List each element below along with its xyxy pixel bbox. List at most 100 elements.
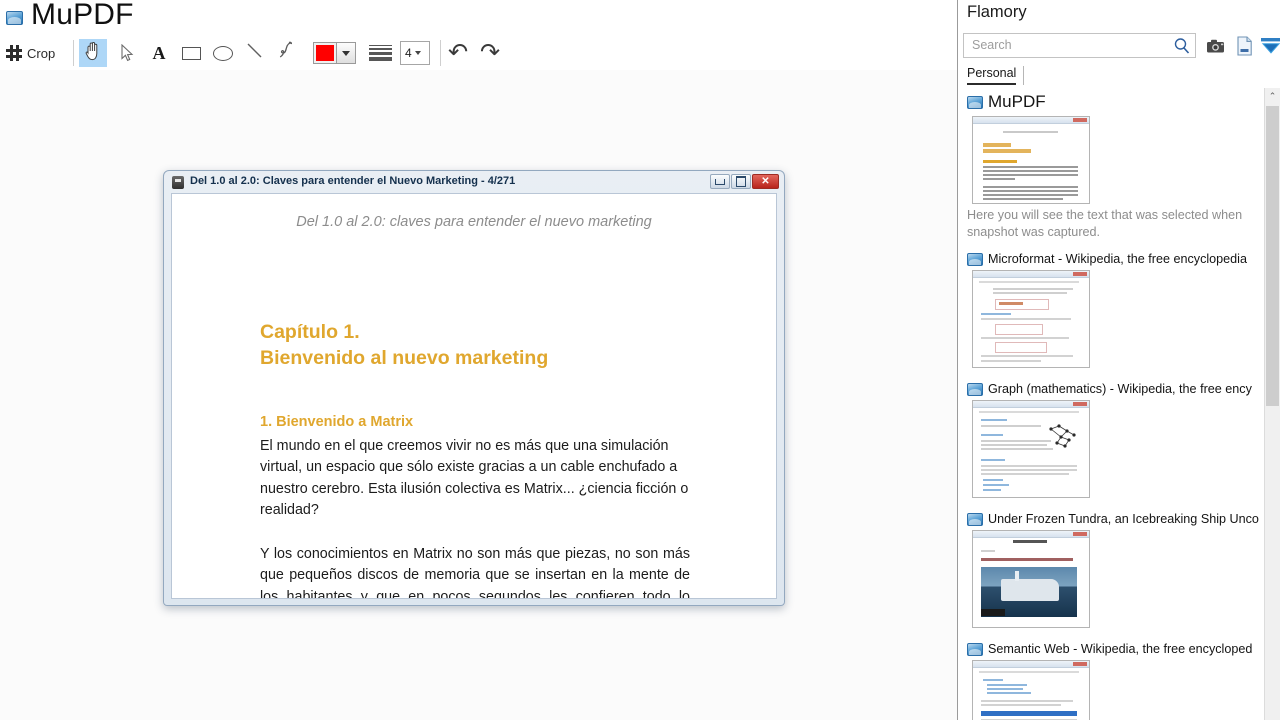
text-tool-button[interactable]: A: [145, 39, 173, 67]
mupdf-toolbar: Crop A: [0, 36, 957, 70]
snapshot-title: MuPDF: [988, 92, 1046, 112]
flamory-tab-bar: Personal: [958, 64, 1280, 88]
thumb-selection-highlight: [981, 711, 1077, 716]
application-window: MuPDF Crop: [0, 0, 1280, 720]
minimize-button[interactable]: [710, 174, 730, 189]
snapshot-header[interactable]: MuPDF: [958, 92, 1264, 112]
pdf-paragraph-1: El mundo en el que creemos vivir no es m…: [260, 436, 690, 522]
snapshot-thumbnail[interactable]: [972, 116, 1090, 204]
flamory-panel: Flamory: [957, 0, 1280, 720]
snapshot-header[interactable]: Under Frozen Tundra, an Icebreaking Ship…: [958, 512, 1264, 526]
pdf-window-icon: [172, 176, 184, 189]
snapshot-header[interactable]: Graph (mathematics) - Wikipedia, the fre…: [958, 382, 1264, 396]
snapshot-list[interactable]: MuPDF: [958, 88, 1280, 720]
import-icon[interactable]: [1260, 35, 1280, 57]
snapshot-header[interactable]: Semantic Web - Wikipedia, the free encyc…: [958, 642, 1264, 656]
browser-app-icon: [967, 383, 983, 396]
ellipse-icon: [213, 46, 233, 61]
pdf-section-heading: 1. Bienvenido a Matrix: [260, 414, 413, 430]
redo-button[interactable]: ↷: [480, 40, 500, 66]
pdf-window-title: Del 1.0 al 2.0: Claves para entender el …: [190, 175, 515, 187]
hand-tool-button[interactable]: [79, 39, 107, 67]
snapshot-title: Graph (mathematics) - Wikipedia, the fre…: [988, 382, 1252, 396]
snapshot-thumbnail[interactable]: [972, 530, 1090, 628]
chevron-up-icon: ⌃: [1269, 91, 1277, 102]
hand-icon: [85, 42, 102, 64]
color-swatch-button[interactable]: [313, 42, 337, 64]
line-icon: [246, 42, 264, 65]
current-color: [316, 45, 334, 61]
mupdf-app-icon: [967, 96, 983, 109]
mupdf-app-icon: [6, 11, 23, 25]
redo-icon: ↷: [480, 39, 500, 66]
pdf-chapter-heading: Capítulo 1. Bienvenido al nuevo marketin…: [260, 319, 548, 371]
text-a-icon: A: [153, 43, 166, 64]
pdf-document-window[interactable]: Del 1.0 al 2.0: Claves para entender el …: [163, 170, 785, 606]
undo-button[interactable]: ↶: [448, 40, 468, 66]
list-item[interactable]: Semantic Web - Wikipedia, the free encyc…: [958, 638, 1264, 720]
list-item[interactable]: Under Frozen Tundra, an Icebreaking Ship…: [958, 508, 1264, 638]
tab-personal[interactable]: Personal: [967, 66, 1016, 85]
line-width-select[interactable]: 4: [400, 41, 430, 65]
color-dropdown-button[interactable]: [337, 42, 356, 64]
mupdf-main-window: MuPDF Crop: [0, 0, 957, 720]
list-item[interactable]: MuPDF: [958, 88, 1264, 248]
chevron-down-icon: [415, 51, 421, 55]
browser-app-icon: [967, 253, 983, 266]
snapshot-description: [958, 498, 1264, 501]
snapshot-thumbnail[interactable]: [972, 660, 1090, 720]
camera-icon[interactable]: [1205, 35, 1227, 57]
chevron-down-icon: [342, 51, 350, 56]
snapshot-description: [958, 628, 1264, 631]
minimize-icon: [715, 179, 725, 185]
line-tool-button[interactable]: [241, 39, 269, 67]
snapshot-thumbnail[interactable]: [972, 400, 1090, 498]
thumb-titlebar: [973, 531, 1089, 538]
snapshot-description: Here you will see the text that was sele…: [958, 204, 1264, 241]
pdf-page-canvas[interactable]: Del 1.0 al 2.0: claves para entender el …: [171, 193, 777, 599]
mupdf-title-bar: MuPDF: [0, 0, 957, 36]
list-item[interactable]: Graph (mathematics) - Wikipedia, the fre…: [958, 378, 1264, 508]
snapshot-title: Semantic Web - Wikipedia, the free encyc…: [988, 642, 1252, 656]
tab-divider: [1023, 66, 1024, 85]
pdf-running-head: Del 1.0 al 2.0: claves para entender el …: [172, 214, 776, 230]
search-icon[interactable]: [1173, 37, 1191, 55]
scroll-up-button[interactable]: ⌃: [1265, 88, 1280, 105]
freehand-tool-button[interactable]: [273, 39, 301, 67]
maximize-icon: [736, 176, 746, 187]
line-width-value: 4: [405, 46, 412, 60]
pdf-chapter-heading-line1: Capítulo 1.: [260, 321, 360, 343]
select-tool-button[interactable]: [113, 39, 141, 67]
document-icon[interactable]: [1233, 35, 1255, 57]
search-input[interactable]: [970, 37, 1164, 53]
undo-icon: ↶: [448, 39, 468, 66]
snapshot-header[interactable]: Microformat - Wikipedia, the free encycl…: [958, 252, 1264, 266]
thumb-titlebar: [973, 661, 1089, 668]
maximize-button[interactable]: [731, 174, 751, 189]
pdf-paragraph-2: Y los conocimientos en Matrix no son más…: [260, 544, 690, 599]
arrow-cursor-icon: [121, 44, 134, 62]
flamory-title: Flamory: [967, 3, 1027, 22]
list-item[interactable]: Microformat - Wikipedia, the free encycl…: [958, 248, 1264, 378]
rectangle-tool-button[interactable]: [177, 39, 205, 67]
pdf-chapter-heading-line2: Bienvenido al nuevo marketing: [260, 347, 548, 369]
window-controls: ✕: [710, 174, 779, 189]
toolbar-separator: [440, 40, 441, 66]
app-title: MuPDF: [31, 0, 134, 32]
snapshot-thumbnail[interactable]: [972, 270, 1090, 368]
pdf-window-title-bar: Del 1.0 al 2.0: Claves para entender el …: [167, 174, 781, 191]
crop-label: Crop: [27, 46, 55, 61]
scrollbar-thumb[interactable]: [1266, 106, 1279, 406]
close-button[interactable]: ✕: [752, 174, 779, 189]
snapshot-title: Microformat - Wikipedia, the free encycl…: [988, 252, 1247, 266]
squiggle-icon: [278, 41, 296, 66]
crop-button[interactable]: Crop: [6, 36, 55, 70]
crop-icon: [6, 45, 22, 61]
ellipse-tool-button[interactable]: [209, 39, 237, 67]
search-box[interactable]: [963, 33, 1196, 58]
line-thickness-icon: [369, 45, 392, 61]
browser-app-icon: [967, 643, 983, 656]
snapshot-list-scrollbar[interactable]: ⌃: [1264, 88, 1280, 720]
toolbar-separator: [73, 40, 74, 66]
thumb-titlebar: [973, 271, 1089, 278]
